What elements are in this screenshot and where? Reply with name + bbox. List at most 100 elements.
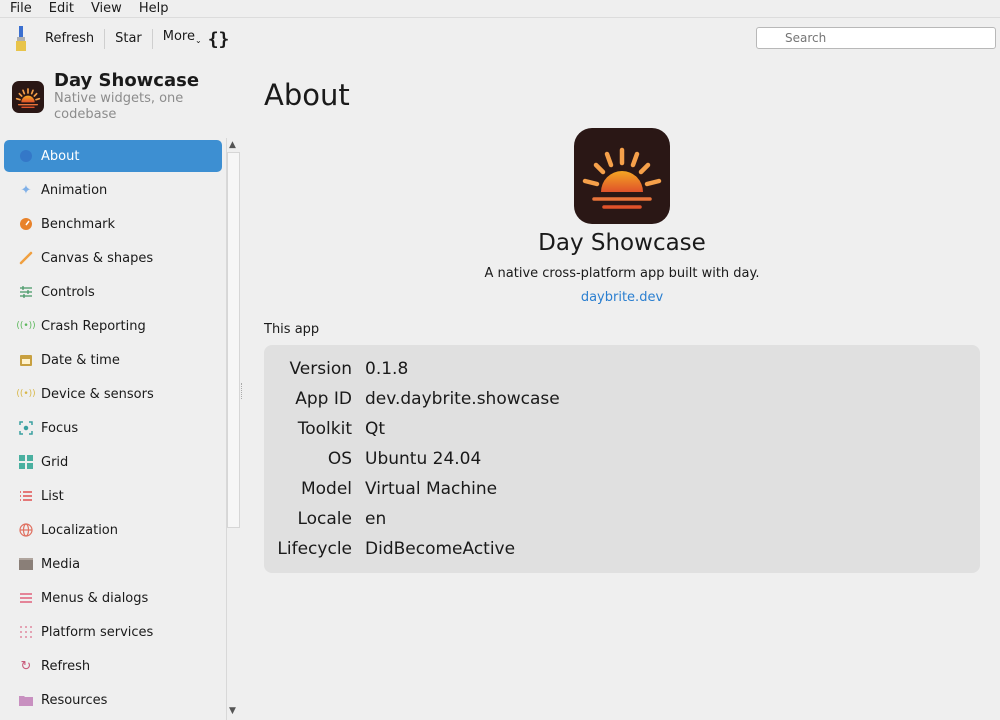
braces-icon[interactable]: {} — [208, 29, 230, 50]
sensor-icon: ((•)) — [16, 389, 36, 399]
app-icon — [574, 128, 670, 224]
sidebar-item-label: Animation — [41, 182, 108, 198]
sidebar-item-label: Focus — [41, 420, 79, 436]
menu-edit[interactable]: Edit — [39, 0, 81, 18]
menu-bar: File Edit View Help — [0, 0, 1000, 18]
info-row-version: Version 0.1.8 — [264, 354, 980, 384]
info-value: 0.1.8 — [365, 359, 409, 379]
sidebar-item-label: Localization — [41, 522, 118, 538]
refresh-icon: ↻ — [20, 658, 32, 674]
sidebar-item-label: Canvas & shapes — [41, 250, 154, 266]
main-content: About Day Showcase A native cross-platfo… — [264, 60, 980, 720]
info-key: Toolkit — [297, 419, 352, 439]
menu-file[interactable]: File — [0, 0, 39, 18]
sidebar-scrollbar[interactable]: ▲ ▼ — [226, 138, 240, 720]
app-tagline: Native widgets, one codebase — [54, 91, 184, 122]
split-handle[interactable] — [241, 383, 243, 399]
sidebar-item-label: Date & time — [41, 352, 120, 368]
sidebar: About ✦ Animation Benchmark Canvas & sha… — [0, 138, 226, 720]
sidebar-item-crash-reporting[interactable]: ((•)) Crash Reporting — [4, 310, 222, 342]
scroll-down-arrow-icon[interactable]: ▼ — [229, 706, 236, 716]
sidebar-item-list[interactable]: List — [4, 480, 222, 512]
sidebar-item-resources[interactable]: Resources — [4, 684, 222, 716]
app-info-card: Version 0.1.8 App ID dev.daybrite.showca… — [264, 345, 980, 573]
info-row-locale: Locale en — [264, 504, 980, 534]
info-key: Version — [289, 359, 352, 379]
sidebar-item-refresh[interactable]: ↻ Refresh — [4, 650, 222, 682]
sidebar-item-label: About — [41, 148, 80, 164]
globe-outline-icon — [18, 522, 34, 538]
paintbrush-icon[interactable] — [12, 25, 30, 53]
scroll-up-arrow-icon[interactable]: ▲ — [229, 140, 236, 150]
refresh-button[interactable]: Refresh — [39, 27, 100, 51]
toolbar: Refresh Star More⌄ {} — [0, 19, 1000, 59]
sidebar-item-label: Platform services — [41, 624, 154, 640]
sparkle-icon: ✦ — [20, 182, 32, 198]
info-key: App ID — [295, 389, 352, 409]
app-title: Day Showcase — [538, 230, 706, 256]
sidebar-item-about[interactable]: About — [4, 140, 222, 172]
info-key: Lifecycle — [277, 539, 352, 559]
app-name: Day Showcase — [54, 70, 200, 91]
chevron-down-icon: ⌄ — [195, 36, 202, 45]
sidebar-item-menus-dialogs[interactable]: Menus & dialogs — [4, 582, 222, 614]
sidebar-item-localization[interactable]: Localization — [4, 514, 222, 546]
info-value: Qt — [365, 419, 386, 439]
clapper-icon — [18, 556, 34, 572]
sidebar-item-benchmark[interactable]: Benchmark — [4, 208, 222, 240]
more-button[interactable]: More⌄ — [157, 25, 208, 53]
globe-icon — [18, 148, 34, 164]
sidebar-item-date-time[interactable]: Date & time — [4, 344, 222, 376]
info-value: dev.daybrite.showcase — [365, 389, 560, 409]
gauge-icon — [18, 216, 34, 232]
info-row-toolkit: Toolkit Qt — [264, 414, 980, 444]
folder-icon — [18, 692, 34, 708]
sidebar-item-focus[interactable]: Focus — [4, 412, 222, 444]
menu-view[interactable]: View — [81, 0, 129, 18]
info-row-lifecycle: Lifecycle DidBecomeActive — [264, 534, 980, 564]
grid-icon — [18, 454, 34, 470]
sidebar-item-canvas-shapes[interactable]: Canvas & shapes — [4, 242, 222, 274]
sliders-icon — [18, 284, 34, 300]
search-input[interactable] — [756, 27, 996, 49]
scrollbar-thumb[interactable] — [227, 152, 240, 528]
sidebar-item-label: Refresh — [41, 658, 91, 674]
info-value: Ubuntu 24.04 — [365, 449, 482, 469]
star-button[interactable]: Star — [109, 27, 148, 51]
sidebar-item-label: Benchmark — [41, 216, 116, 232]
sidebar-item-controls[interactable]: Controls — [4, 276, 222, 308]
info-key: Model — [300, 479, 352, 499]
info-row-os: OS Ubuntu 24.04 — [264, 444, 980, 474]
brush-icon — [18, 250, 34, 266]
dots-grid-icon — [18, 624, 34, 640]
menu-icon — [18, 590, 34, 606]
menu-help[interactable]: Help — [129, 0, 176, 18]
info-key: OS — [327, 449, 352, 469]
website-link: daybrite.dev — [264, 290, 980, 305]
sidebar-item-media[interactable]: Media — [4, 548, 222, 580]
page-title: About — [264, 78, 350, 112]
toolbar-divider — [151, 29, 153, 49]
focus-icon — [18, 420, 34, 436]
sidebar-item-label: Device & sensors — [41, 386, 154, 402]
info-value: DidBecomeActive — [365, 539, 516, 559]
info-row-model: Model Virtual Machine — [264, 474, 980, 504]
info-key: Locale — [297, 509, 352, 529]
sidebar-item-label: Media — [41, 556, 81, 572]
sidebar-item-grid[interactable]: Grid — [4, 446, 222, 478]
app-logo — [12, 81, 44, 113]
info-value: Virtual Machine — [365, 479, 498, 499]
sidebar-item-label: Crash Reporting — [41, 318, 146, 334]
calendar-icon — [18, 352, 34, 368]
app-description: A native cross-platform app built with d… — [484, 266, 760, 281]
website-link-text[interactable]: daybrite.dev — [581, 290, 663, 305]
sidebar-item-animation[interactable]: ✦ Animation — [4, 174, 222, 206]
signal-icon: ((•)) — [16, 321, 36, 331]
sidebar-item-label: Menus & dialogs — [41, 590, 149, 606]
sidebar-item-device-sensors[interactable]: ((•)) Device & sensors — [4, 378, 222, 410]
app-header: Day Showcase Native widgets, one codebas… — [12, 70, 237, 130]
toolbar-divider — [104, 29, 106, 49]
sidebar-item-label: Resources — [41, 692, 108, 708]
info-row-app-id: App ID dev.daybrite.showcase — [264, 384, 980, 414]
sidebar-item-platform-services[interactable]: Platform services — [4, 616, 222, 648]
